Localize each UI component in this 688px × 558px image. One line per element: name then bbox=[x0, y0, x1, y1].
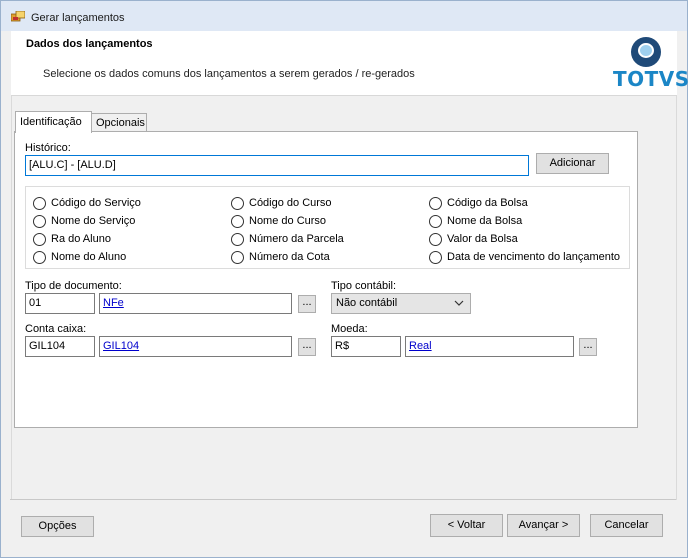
moeda-lookup-button[interactable]: ... bbox=[579, 338, 597, 356]
tab-label: Identificação bbox=[20, 116, 82, 128]
page-subtitle: Selecione os dados comuns dos lançamento… bbox=[43, 68, 415, 80]
conta-caixa-lookup-button[interactable]: ... bbox=[298, 338, 316, 356]
tipo-contabil-value: Não contábil bbox=[336, 297, 398, 309]
conta-caixa-name-field[interactable]: GIL104 bbox=[99, 336, 292, 357]
window-title: Gerar lançamentos bbox=[31, 12, 125, 24]
tipo-documento-link[interactable]: NFe bbox=[103, 297, 124, 309]
tab-identificacao[interactable]: Identificação bbox=[15, 111, 92, 133]
next-button[interactable]: Avançar > bbox=[507, 514, 580, 537]
adicionar-button[interactable]: Adicionar bbox=[536, 153, 609, 174]
logo-icon bbox=[631, 37, 661, 67]
tab-label: Opcionais bbox=[96, 117, 145, 129]
title-bar: Gerar lançamentos bbox=[1, 1, 687, 31]
conta-caixa-code-input[interactable]: GIL104 bbox=[25, 336, 95, 357]
back-button[interactable]: < Voltar bbox=[430, 514, 503, 537]
cancel-button[interactable]: Cancelar bbox=[590, 514, 663, 537]
moeda-link[interactable]: Real bbox=[409, 340, 432, 352]
tipo-contabil-select[interactable]: Não contábil bbox=[331, 293, 471, 314]
historico-input[interactable]: [ALU.C] - [ALU.D] bbox=[25, 155, 529, 176]
tipo-documento-lookup-button[interactable]: ... bbox=[298, 295, 316, 313]
tipo-contabil-label: Tipo contábil: bbox=[331, 280, 397, 292]
conta-caixa-label: Conta caixa: bbox=[25, 323, 87, 335]
tipo-documento-name-field[interactable]: NFe bbox=[99, 293, 292, 314]
tab-opcionais[interactable]: Opcionais bbox=[91, 113, 147, 132]
wizard-header: Dados dos lançamentos Selecione os dados… bbox=[11, 31, 688, 95]
moeda-label: Moeda: bbox=[331, 323, 368, 335]
app-icon bbox=[11, 11, 25, 22]
moeda-code-input[interactable]: R$ bbox=[331, 336, 401, 357]
logo-text: TOTVS bbox=[613, 67, 688, 91]
tipo-documento-label: Tipo de documento: bbox=[25, 280, 122, 292]
chevron-down-icon bbox=[454, 300, 464, 306]
conta-caixa-link[interactable]: GIL104 bbox=[103, 340, 139, 352]
moeda-name-field[interactable]: Real bbox=[405, 336, 574, 357]
page-title: Dados dos lançamentos bbox=[26, 38, 153, 50]
opcoes-button[interactable]: Opções bbox=[21, 516, 94, 537]
totvs-logo: TOTVS bbox=[611, 37, 688, 91]
historico-label: Histórico: bbox=[25, 142, 71, 154]
tipo-documento-code-input[interactable]: 01 bbox=[25, 293, 95, 314]
